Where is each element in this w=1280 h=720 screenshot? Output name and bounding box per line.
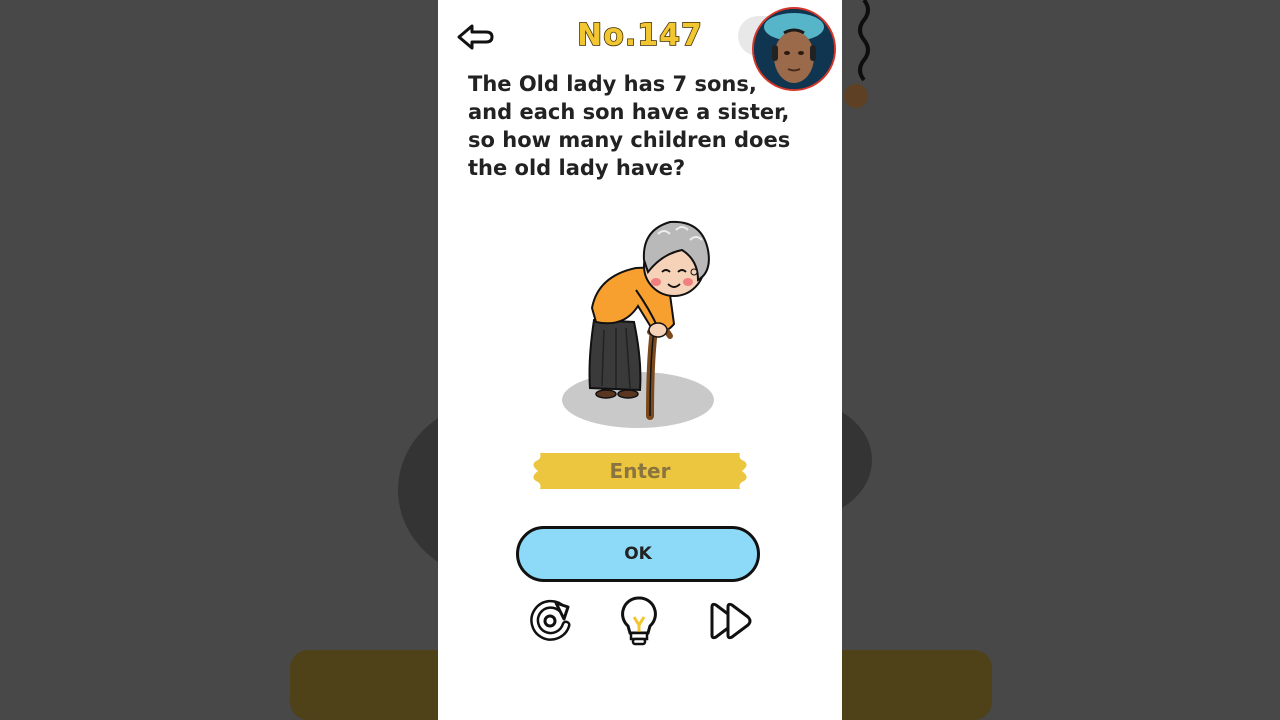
- question-text: The Old lady has 7 sons, and each son ha…: [468, 72, 791, 180]
- skip-button[interactable]: [706, 595, 756, 647]
- old-lady-illustration[interactable]: [558, 210, 728, 440]
- answer-input[interactable]: [530, 451, 750, 491]
- game-screen: No.147 The Old lady has 7 sons, and each…: [438, 0, 842, 720]
- skip-forward-icon: [710, 602, 752, 640]
- restart-button[interactable]: [526, 595, 576, 647]
- background-right: [842, 0, 1280, 720]
- ok-button[interactable]: OK: [516, 526, 760, 582]
- restart-icon: [530, 599, 571, 641]
- background-left: [0, 0, 438, 720]
- hint-button[interactable]: [614, 595, 664, 647]
- lightbulb-hint-icon: [621, 596, 657, 646]
- answer-field[interactable]: [530, 451, 750, 491]
